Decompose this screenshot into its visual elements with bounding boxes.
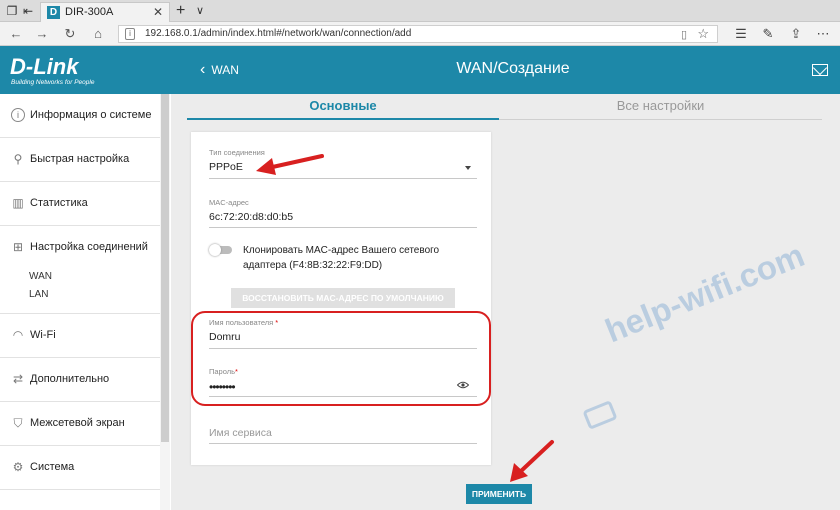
service-name-field[interactable]: Имя сервиса <box>209 427 272 439</box>
sidebar-item-statistics[interactable]: ▥ Статистика <box>0 182 160 226</box>
page-title: WAN/Создание <box>456 60 570 77</box>
sidebar-item-label: Wi-Fi <box>30 329 56 341</box>
sliders-icon: ⇄ <box>12 372 24 386</box>
sidebar-item-connection-setup[interactable]: ⊞ Настройка соединений <box>0 226 160 314</box>
sidebar-item-label: Межсетевой экран <box>30 417 125 429</box>
sidebar-subitem-wan[interactable]: WAN <box>29 271 52 282</box>
favicon-icon: D <box>47 6 60 19</box>
set-aside-tabs-icon[interactable]: ⇤ <box>20 3 36 19</box>
toggle-knob <box>209 244 221 256</box>
pen-icon[interactable]: ✎ <box>760 26 776 42</box>
tab-all-settings[interactable]: Все настройки <box>499 94 822 120</box>
close-tab-icon[interactable]: ✕ <box>153 5 163 19</box>
forward-arrow-icon[interactable]: → <box>34 26 50 41</box>
clone-mac-toggle[interactable] <box>209 244 233 256</box>
wifi-icon: ◠ <box>12 328 24 342</box>
mac-label: MAC-адрес <box>209 198 249 207</box>
refresh-icon[interactable]: ↻ <box>62 26 78 42</box>
sidebar-item-firewall[interactable]: ⛉ Межсетевой экран <box>0 402 160 446</box>
logo-tagline: Building Networks for People <box>11 79 95 86</box>
mac-underline <box>209 227 477 228</box>
conn-type-underline <box>209 178 477 179</box>
sidebar-item-advanced[interactable]: ⇄ Дополнительно <box>0 358 160 402</box>
network-icon: ⊞ <box>12 240 24 254</box>
sidebar-item-label: Система <box>30 461 75 473</box>
tab-overview-icon[interactable]: ❐ <box>4 3 20 19</box>
apply-button[interactable]: ПРИМЕНИТЬ <box>466 484 532 504</box>
service-name-underline <box>209 443 477 444</box>
back-arrow-icon[interactable]: ← <box>8 26 24 41</box>
mac-field[interactable]: 6c:72:20:d8:d0:b5 <box>209 211 293 223</box>
chevron-down-icon[interactable]: ∨ <box>196 4 204 17</box>
info-icon: i <box>11 108 25 122</box>
home-icon[interactable]: ⌂ <box>90 26 106 41</box>
shield-icon: ⛉ <box>13 416 23 430</box>
favorite-star-icon[interactable]: ☆ <box>697 26 709 42</box>
browser-tab-bar: ❐ ⇤ D DIR-300A ✕ + ∨ <box>0 0 840 22</box>
sidebar-item-wifi[interactable]: ◠ Wi-Fi <box>0 314 160 358</box>
conn-type-label: Тип соединения <box>209 148 265 157</box>
clone-mac-label: Клонировать MAC-адрес Вашего сетевого ад… <box>243 245 440 271</box>
sidebar-item-label: Быстрая настройка <box>30 153 130 165</box>
favorites-hub-icon[interactable]: ☰ <box>733 26 749 42</box>
gear-icon: ⚙ <box>12 460 24 474</box>
share-icon[interactable]: ⇪ <box>788 26 804 42</box>
address-toolbar: ← → ↻ ⌂ i 192.168.0.1/admin/index.html#/… <box>0 22 840 46</box>
annotation-highlight-box <box>191 311 491 406</box>
reading-view-icon[interactable]: ▯ <box>681 28 687 41</box>
sidebar-item-quick-setup[interactable]: ⚲ Быстрая настройка <box>0 138 160 182</box>
mail-icon[interactable] <box>812 64 828 76</box>
wand-icon: ⚲ <box>13 152 23 166</box>
conn-type-select[interactable]: PPPoE <box>209 161 243 173</box>
new-tab-icon[interactable]: + <box>176 2 185 20</box>
sidebar-item-label: Статистика <box>30 197 88 209</box>
sidebar-subitem-lan[interactable]: LAN <box>29 289 48 300</box>
info-icon[interactable]: i <box>125 28 135 40</box>
sidebar-scrollbar[interactable] <box>160 94 170 510</box>
sidebar: i Информация о системе ⚲ Быстрая настрой… <box>0 94 170 510</box>
stats-icon: ▥ <box>12 196 24 210</box>
url-field[interactable]: i 192.168.0.1/admin/index.html#/network/… <box>118 25 718 43</box>
router-header: D-Link Building Networks for People ‹ WAN… <box>0 46 840 94</box>
browser-tab[interactable]: D DIR-300A ✕ <box>40 2 170 22</box>
tab-title: DIR-300A <box>65 6 114 18</box>
more-icon[interactable]: ⋯ <box>815 26 831 42</box>
wan-form-card: Тип соединения PPPoE MAC-адрес 6c:72:20:… <box>191 132 491 465</box>
sidebar-item-system-info[interactable]: i Информация о системе <box>0 94 160 138</box>
tabs: Основные Все настройки <box>187 94 822 120</box>
tab-main[interactable]: Основные <box>187 94 499 120</box>
url-text: 192.168.0.1/admin/index.html#/network/wa… <box>145 28 412 39</box>
main-content: Основные Все настройки Тип соединения PP… <box>171 94 840 510</box>
sidebar-item-label: Информация о системе <box>30 109 152 121</box>
sidebar-item-label: Дополнительно <box>30 373 110 385</box>
sidebar-item-system[interactable]: ⚙ Система <box>0 446 160 490</box>
chevron-down-icon[interactable] <box>465 166 471 170</box>
restore-mac-button[interactable]: ВОССТАНОВИТЬ MAC-АДРЕС ПО УМОЛЧАНИЮ <box>231 288 455 308</box>
sidebar-item-label: Настройка соединений <box>30 241 148 253</box>
scrollbar-thumb[interactable] <box>161 94 169 442</box>
